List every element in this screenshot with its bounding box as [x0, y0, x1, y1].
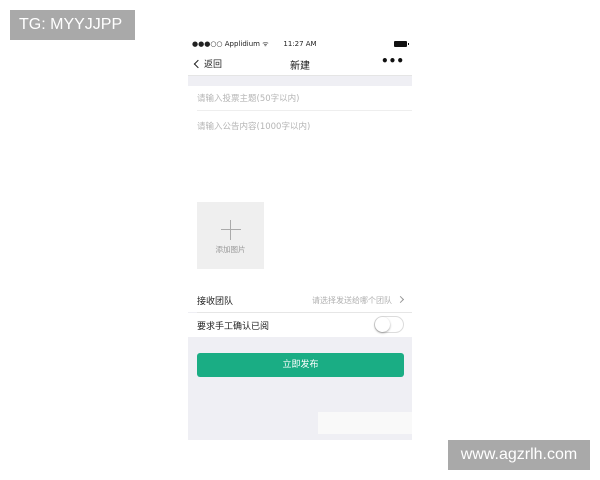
receive-team-row[interactable]: 接收团队 请选择发送给哪个团队	[188, 288, 412, 312]
watermark-top-left: TG: MYYJJPP	[10, 10, 135, 40]
confirm-read-row: 要求手工确认已阅	[188, 313, 412, 337]
confirm-read-label: 要求手工确认已阅	[197, 322, 270, 332]
chevron-right-icon	[396, 295, 405, 304]
compose-form: 请输入投票主题(50字以内) 请输入公告内容(1000字以内) 添加图片	[188, 86, 412, 312]
content-input[interactable]: 请输入公告内容(1000字以内)	[197, 120, 310, 132]
toggle-knob	[375, 317, 390, 332]
status-time: 11:27 AM	[283, 40, 317, 48]
page-title: 新建	[290, 61, 310, 72]
phone-screen: ●●●○○ Applidium ᯤ 11:27 AM 返回 新建 ••• 请输入…	[188, 36, 412, 440]
confirm-read-toggle[interactable]	[374, 316, 404, 333]
receive-team-value: 请选择发送给哪个团队	[312, 296, 392, 305]
plus-icon	[221, 229, 241, 230]
watermark-bottom-right: www.agzrlh.com	[448, 440, 590, 470]
publish-button[interactable]: 立即发布	[197, 353, 404, 377]
blurred-overlay	[318, 412, 412, 434]
battery-icon	[394, 41, 409, 47]
field-divider	[197, 110, 412, 111]
add-image-button[interactable]: 添加图片	[197, 202, 264, 269]
status-bar: ●●●○○ Applidium ᯤ 11:27 AM	[188, 36, 412, 52]
more-options-button[interactable]: •••	[381, 54, 404, 68]
title-input[interactable]: 请输入投票主题(50字以内)	[197, 92, 299, 104]
nav-bar: 返回 新建 •••	[188, 52, 412, 76]
plus-icon-vertical	[230, 220, 231, 240]
receive-team-label: 接收团队	[197, 297, 234, 307]
add-image-label: 添加图片	[215, 245, 246, 254]
